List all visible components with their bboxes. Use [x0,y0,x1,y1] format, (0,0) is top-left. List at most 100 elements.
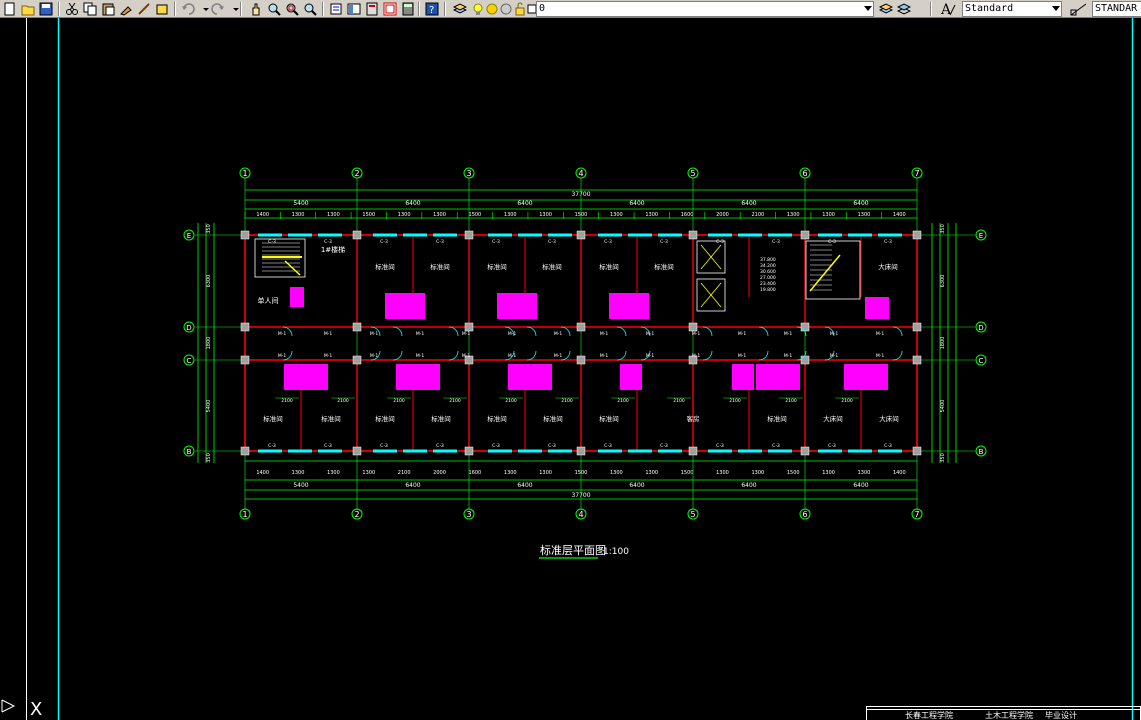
toilet-fixture [306,364,328,390]
layer-previous-icon[interactable] [896,1,912,17]
layer-manager-icon[interactable] [452,1,468,17]
dim-sub-bottom: 1300 [327,470,340,476]
axis-number-bottom: 2 [354,510,359,519]
axis-number-top: 2 [354,169,359,178]
structural-column [800,446,810,456]
elevation-mark: 19.800 [760,287,776,293]
dim-side-right: 1800 [940,337,946,350]
dim-sub-bottom: 2100 [398,470,411,476]
text-style-icon[interactable]: A [940,1,956,17]
window-bottom [373,449,397,453]
block-editor-icon[interactable] [154,1,170,17]
door-label-south: M-1 [554,353,563,359]
dim-bay-bottom: 6400 [629,482,644,489]
window-label-bottom: C-3 [268,443,276,449]
structural-column [576,230,586,240]
properties-icon[interactable] [328,1,344,17]
tool-palettes-icon[interactable] [364,1,380,17]
titleblock-dept: 土木工程学院 [985,710,1033,720]
structural-column [576,355,586,365]
door-swing-south [526,350,537,361]
axis-letter-left: B [187,448,192,456]
svg-text:X: X [30,699,42,720]
dim-side-left: 350 [206,224,212,234]
toilet-fixture [530,364,552,390]
zoom-previous-icon[interactable] [302,1,318,17]
window-bottom [658,449,682,453]
layer-dropdown[interactable]: 0 [536,1,874,17]
structural-column [576,446,586,456]
structural-column [352,230,362,240]
dim-sub-bottom: 1300 [362,470,375,476]
door-label-south: M-1 [830,353,839,359]
structural-column [240,355,250,365]
axis-letter-right: D [978,324,983,332]
dim-sub-bottom: 1300 [610,470,623,476]
toilet-fixture [844,364,866,390]
window-label-top: C-3 [324,239,332,245]
dim-bath: 2100 [449,398,461,404]
paste-icon[interactable] [100,1,116,17]
calculator-icon[interactable] [400,1,416,17]
room-name-top: 标准间 [375,262,395,271]
axis-number-top: 7 [914,169,919,178]
window-bottom [848,449,872,453]
dim-bay-bottom: 5400 [293,482,308,489]
zoom-realtime-icon[interactable] [266,1,282,17]
redo-icon[interactable] [210,1,226,17]
new-file-icon[interactable] [2,1,18,17]
window-bottom [818,449,842,453]
match-properties-icon[interactable] [118,1,134,17]
window-label-bottom: C-3 [548,443,556,449]
dim-bay-bottom: 6400 [405,482,420,489]
axis-number-bottom: 5 [690,510,695,519]
dim-style-icon[interactable] [1070,1,1086,17]
window-label-top: C-3 [548,239,556,245]
copy-icon[interactable] [82,1,98,17]
floor-plan-drawing: 377005400 6400 6400 6400 6400 64001400 1300 130… [1,18,1141,720]
design-center-icon[interactable] [346,1,362,17]
window-label-top: C-3 [268,239,276,245]
text-style-dropdown[interactable]: Standard [962,1,1062,17]
open-file-icon[interactable] [20,1,36,17]
undo-icon[interactable] [180,1,196,17]
dim-sub-bottom: 2000 [433,470,446,476]
dim-sub-top: 1600 [681,212,694,218]
window-top [738,233,762,237]
structural-column [240,322,250,332]
dim-style-dropdown[interactable]: STANDAR [1092,1,1141,17]
layer-dropdown-value: 0 [539,3,546,14]
room-name-bottom: 客房 [687,414,700,423]
room-name-single: 单人间 [258,296,279,305]
dim-side-left: 5400 [206,400,212,413]
door-swing-north [392,326,403,337]
window-bottom [518,449,542,453]
door-swing-north [448,326,459,337]
window-top [488,233,512,237]
model-space-canvas[interactable]: 37700 5400 6400 6400 6400 6400 6400 1400 1300 130… [0,18,1141,720]
pan-icon[interactable] [248,1,264,17]
save-icon[interactable] [38,1,54,17]
room-name-top: 标准间 [599,262,619,271]
window-bottom [738,449,762,453]
brush-icon[interactable] [136,1,152,17]
window-bottom [548,449,572,453]
help-icon[interactable]: ? [424,1,440,17]
door-label-south: M-1 [462,353,471,359]
sheet-set-icon[interactable] [382,1,398,17]
dim-bath: 2100 [393,398,405,404]
door-swing-south [392,350,403,361]
zoom-window-icon[interactable] [284,1,300,17]
window-label-top: C-3 [828,239,836,245]
axis-number-top: 1 [242,169,247,178]
axis-letter-left: D [186,324,191,332]
door-label-north: M-1 [554,331,563,337]
cut-icon[interactable] [64,1,80,17]
dim-sub-top: 1300 [610,212,623,218]
axis-letter-left: C [187,357,192,365]
make-object-layer-current-icon[interactable] [878,1,894,17]
door-swing-south [758,350,769,361]
structural-column [688,446,698,456]
dim-sub-top: 1500 [469,212,482,218]
window-top [258,233,282,237]
